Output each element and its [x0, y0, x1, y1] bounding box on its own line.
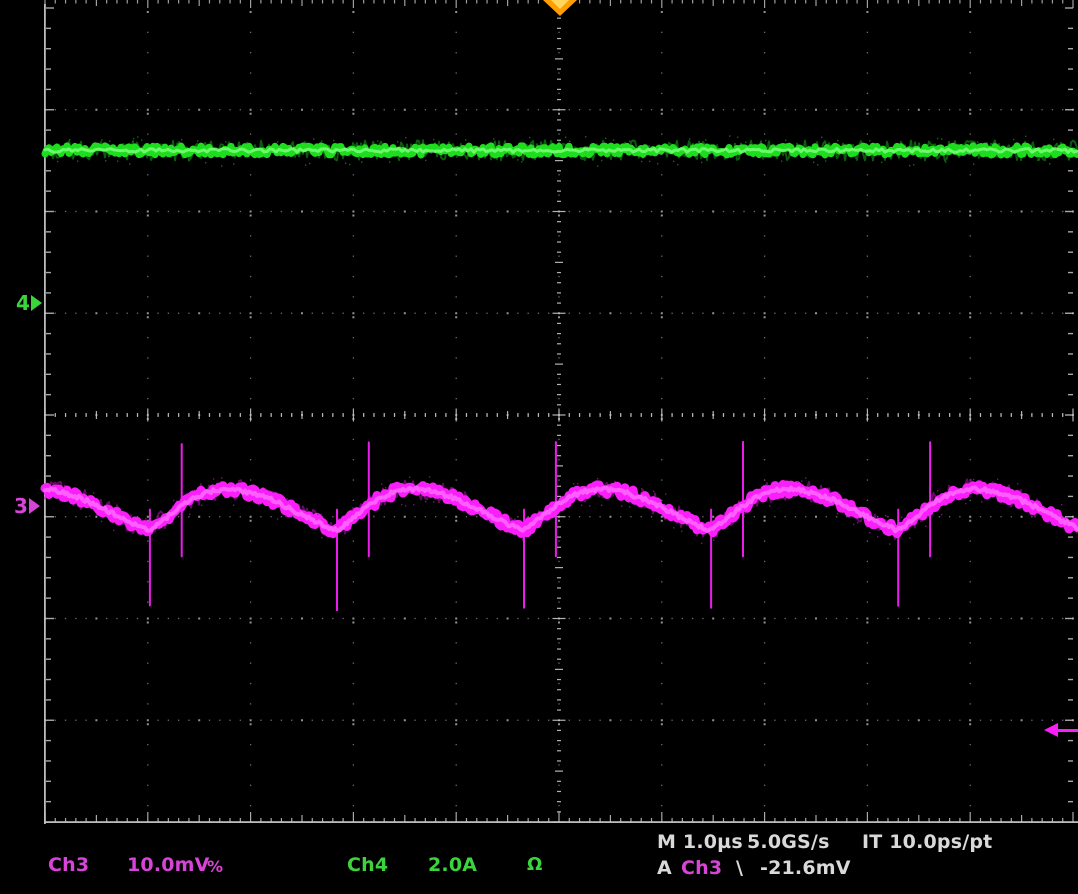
waveform-display: [0, 0, 1078, 894]
trigger-level-arrow[interactable]: [1042, 722, 1078, 738]
ch3-label: Ch3: [48, 854, 89, 876]
oscilloscope-screen: 4 3 Ch3 10.0mV % Ch4 2.0A Ω M 1.0µs 5.0G…: [0, 0, 1078, 894]
ch3-position-marker[interactable]: 3: [14, 496, 40, 516]
arrow-tail: [1056, 729, 1078, 732]
ch4-marker-label: 4: [16, 293, 30, 313]
trigger-level: -21.6mV: [760, 857, 851, 879]
ch3-scale: 10.0mV: [127, 854, 210, 876]
ch4-coupling-icon: Ω: [527, 854, 543, 875]
trigger-mode-prefix: A: [657, 857, 672, 879]
ch3-marker-label: 3: [14, 496, 28, 516]
right-arrow-icon: [29, 498, 40, 514]
ch4-position-marker[interactable]: 4: [16, 293, 42, 313]
trigger-slope-icon: \: [736, 857, 743, 879]
trigger-source: Ch3: [681, 857, 722, 879]
trigger-position-marker[interactable]: [543, 0, 577, 16]
ch4-scale: 2.0A: [428, 854, 477, 876]
timebase-sample-rate: 5.0GS/s: [747, 831, 830, 853]
ch4-label: Ch4: [347, 854, 388, 876]
timebase-resolution: IT 10.0ps/pt: [862, 831, 992, 853]
ch3-coupling-icon: %: [207, 857, 223, 876]
right-arrow-icon: [31, 295, 42, 311]
trigger-triangle-icon: [551, 0, 569, 9]
timebase-main-scale: M 1.0µs: [657, 831, 743, 853]
